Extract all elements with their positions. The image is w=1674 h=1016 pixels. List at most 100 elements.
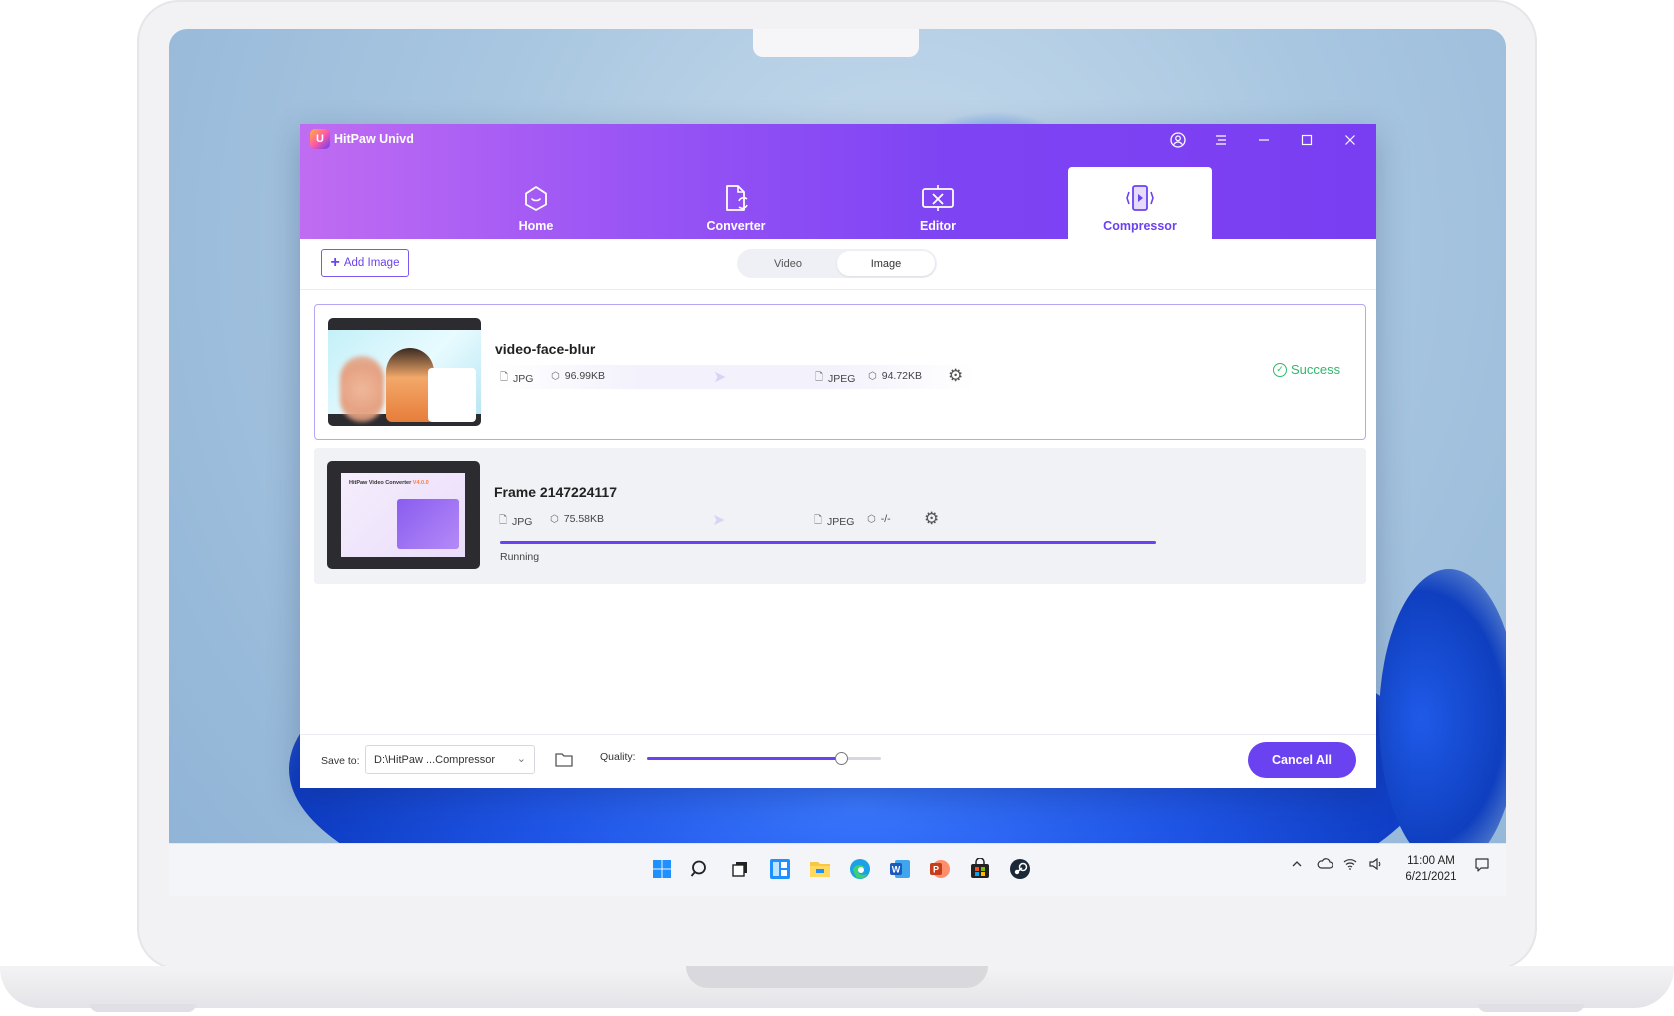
folder-icon[interactable] bbox=[553, 749, 575, 769]
thumbnail-image: HitPaw Video Converter V4.0.0 bbox=[341, 473, 465, 557]
steam-icon[interactable] bbox=[1007, 856, 1033, 882]
tab-editor-label: Editor bbox=[919, 219, 957, 233]
laptop-foot-left bbox=[90, 1004, 196, 1012]
thumbnail-title-version: V4.0.0 bbox=[412, 480, 429, 486]
tab-converter[interactable]: Converter bbox=[664, 167, 808, 239]
source-size-value: 75.58KB bbox=[563, 513, 605, 525]
app-title: HitPaw Univd bbox=[334, 132, 414, 146]
quality-label: Quality: bbox=[600, 751, 636, 763]
file-icon: 🗋 bbox=[814, 515, 823, 526]
task-view-icon[interactable] bbox=[727, 856, 753, 882]
gear-icon[interactable]: ⚙ bbox=[948, 366, 963, 386]
desktop-screen: U HitPaw Univd Home Converter Editor Com… bbox=[169, 29, 1506, 896]
toolbar: + Add Image Video Image bbox=[300, 239, 1376, 290]
app-logo-icon: U bbox=[310, 129, 330, 149]
menu-icon[interactable] bbox=[1210, 129, 1232, 151]
item-meta: 🗋 JPG ⬡ 96.99KB ➤ 🗋 JPEG ⬡ 94.72KB ⚙ bbox=[495, 365, 975, 389]
laptop-foot-right bbox=[1478, 1004, 1584, 1012]
widgets-icon[interactable] bbox=[767, 856, 793, 882]
file-icon: 🗋 bbox=[499, 515, 508, 526]
list-item[interactable]: HitPaw Video Converter V4.0.0 Frame 2147… bbox=[314, 448, 1366, 584]
source-size-value: 96.99KB bbox=[564, 370, 606, 382]
save-path-select[interactable]: D:\HitPaw ...Compressor ⌄ bbox=[365, 745, 535, 774]
thumbnail-image bbox=[328, 330, 481, 422]
size-icon: ⬡ bbox=[867, 513, 876, 525]
target-size: ⬡ -/- bbox=[867, 513, 891, 525]
edge-icon[interactable] bbox=[847, 856, 873, 882]
gear-icon[interactable]: ⚙ bbox=[924, 509, 939, 529]
tab-home[interactable]: Home bbox=[464, 167, 608, 239]
store-icon[interactable] bbox=[967, 856, 993, 882]
file-explorer-icon[interactable] bbox=[807, 856, 833, 882]
check-circle-icon: ✓ bbox=[1273, 362, 1287, 377]
add-image-label: Add Image bbox=[343, 257, 400, 269]
source-size: ⬡ 75.58KB bbox=[550, 513, 604, 525]
tab-compressor[interactable]: Compressor bbox=[1068, 167, 1212, 239]
quality-slider-fill bbox=[647, 757, 842, 760]
target-size-value: 94.72KB bbox=[881, 370, 923, 382]
item-name: Frame 2147224117 bbox=[494, 484, 617, 500]
tab-home-label: Home bbox=[518, 219, 554, 233]
progress-fill bbox=[500, 541, 1156, 544]
target-format: 🗋 JPEG bbox=[815, 370, 855, 387]
chevron-down-icon: ⌄ bbox=[516, 753, 526, 765]
footer-bar: Save to: D:\HitPaw ...Compressor ⌄ Quali… bbox=[300, 734, 1376, 788]
marketing-laptop-mockup: U HitPaw Univd Home Converter Editor Com… bbox=[0, 0, 1674, 1016]
windows-start-icon[interactable] bbox=[649, 856, 675, 882]
thumbnail-panel bbox=[428, 368, 476, 422]
tab-converter-label: Converter bbox=[706, 219, 766, 233]
thumbnail-title-text: HitPaw Video Converter bbox=[349, 480, 412, 486]
account-icon[interactable] bbox=[1167, 129, 1189, 151]
notification-icon[interactable] bbox=[1475, 858, 1489, 875]
item-name: video-face-blur bbox=[495, 341, 596, 357]
maximize-icon[interactable] bbox=[1296, 129, 1318, 151]
minimize-icon[interactable] bbox=[1253, 129, 1275, 151]
plus-icon: + bbox=[330, 254, 340, 271]
editor-icon bbox=[921, 181, 955, 215]
status-label: Success bbox=[1291, 362, 1341, 377]
segment-video[interactable]: Video bbox=[739, 251, 837, 276]
wifi-icon[interactable] bbox=[1343, 858, 1357, 873]
powerpoint-icon[interactable]: P bbox=[927, 856, 953, 882]
target-format-value: JPEG bbox=[828, 372, 856, 385]
cancel-all-button[interactable]: Cancel All bbox=[1248, 742, 1356, 778]
onedrive-icon[interactable] bbox=[1317, 858, 1334, 873]
size-icon: ⬡ bbox=[550, 513, 559, 525]
size-icon: ⬡ bbox=[551, 370, 560, 382]
add-image-button[interactable]: + Add Image bbox=[321, 249, 409, 277]
source-format: 🗋 JPG bbox=[499, 513, 532, 530]
thumbnail-screen bbox=[397, 499, 459, 549]
target-format: 🗋 JPEG bbox=[814, 513, 854, 530]
target-format-value: JPEG bbox=[827, 515, 855, 528]
close-icon[interactable] bbox=[1339, 129, 1361, 151]
tab-editor[interactable]: Editor bbox=[866, 167, 1010, 239]
target-size-value: -/- bbox=[880, 513, 891, 525]
quality-slider-handle[interactable] bbox=[835, 752, 849, 765]
word-icon[interactable]: W bbox=[887, 856, 913, 882]
search-icon[interactable] bbox=[687, 856, 713, 882]
clock-time: 11:00 AM bbox=[1407, 855, 1455, 867]
thumbnail-title: HitPaw Video Converter V4.0.0 bbox=[349, 480, 429, 486]
status-success: ✓ Success bbox=[1273, 362, 1340, 377]
chevron-up-icon[interactable] bbox=[1291, 858, 1303, 873]
segment-image[interactable]: Image bbox=[837, 251, 935, 276]
arrow-right-icon: ➤ bbox=[713, 369, 727, 386]
target-size: ⬡ 94.72KB bbox=[868, 370, 922, 382]
quality-slider[interactable] bbox=[647, 752, 881, 765]
thumbnail bbox=[328, 318, 481, 426]
converter-icon bbox=[719, 181, 753, 215]
source-format: 🗋 JPG bbox=[500, 370, 533, 387]
media-type-switch: Video Image bbox=[737, 249, 937, 278]
list-item[interactable]: video-face-blur 🗋 JPG ⬡ 96.99KB ➤ 🗋 JPEG bbox=[314, 304, 1366, 440]
item-meta: 🗋 JPG ⬡ 75.58KB ➤ 🗋 JPEG ⬡ -/- ⚙ bbox=[494, 508, 954, 532]
taskbar: W P 11:00 AM 6/21/2021 bbox=[169, 843, 1506, 896]
file-icon: 🗋 bbox=[815, 372, 824, 383]
clock-date: 6/21/2021 bbox=[1405, 871, 1457, 883]
clock[interactable]: 11:00 AM 6/21/2021 bbox=[1399, 853, 1463, 885]
app-window: U HitPaw Univd Home Converter Editor Com… bbox=[300, 124, 1376, 788]
tab-compressor-label: Compressor bbox=[1103, 219, 1177, 233]
app-header: U HitPaw Univd Home Converter Editor Com… bbox=[300, 124, 1376, 239]
save-to-label: Save to: bbox=[321, 755, 360, 767]
progress-bar bbox=[500, 541, 1156, 544]
volume-icon[interactable] bbox=[1369, 857, 1383, 873]
